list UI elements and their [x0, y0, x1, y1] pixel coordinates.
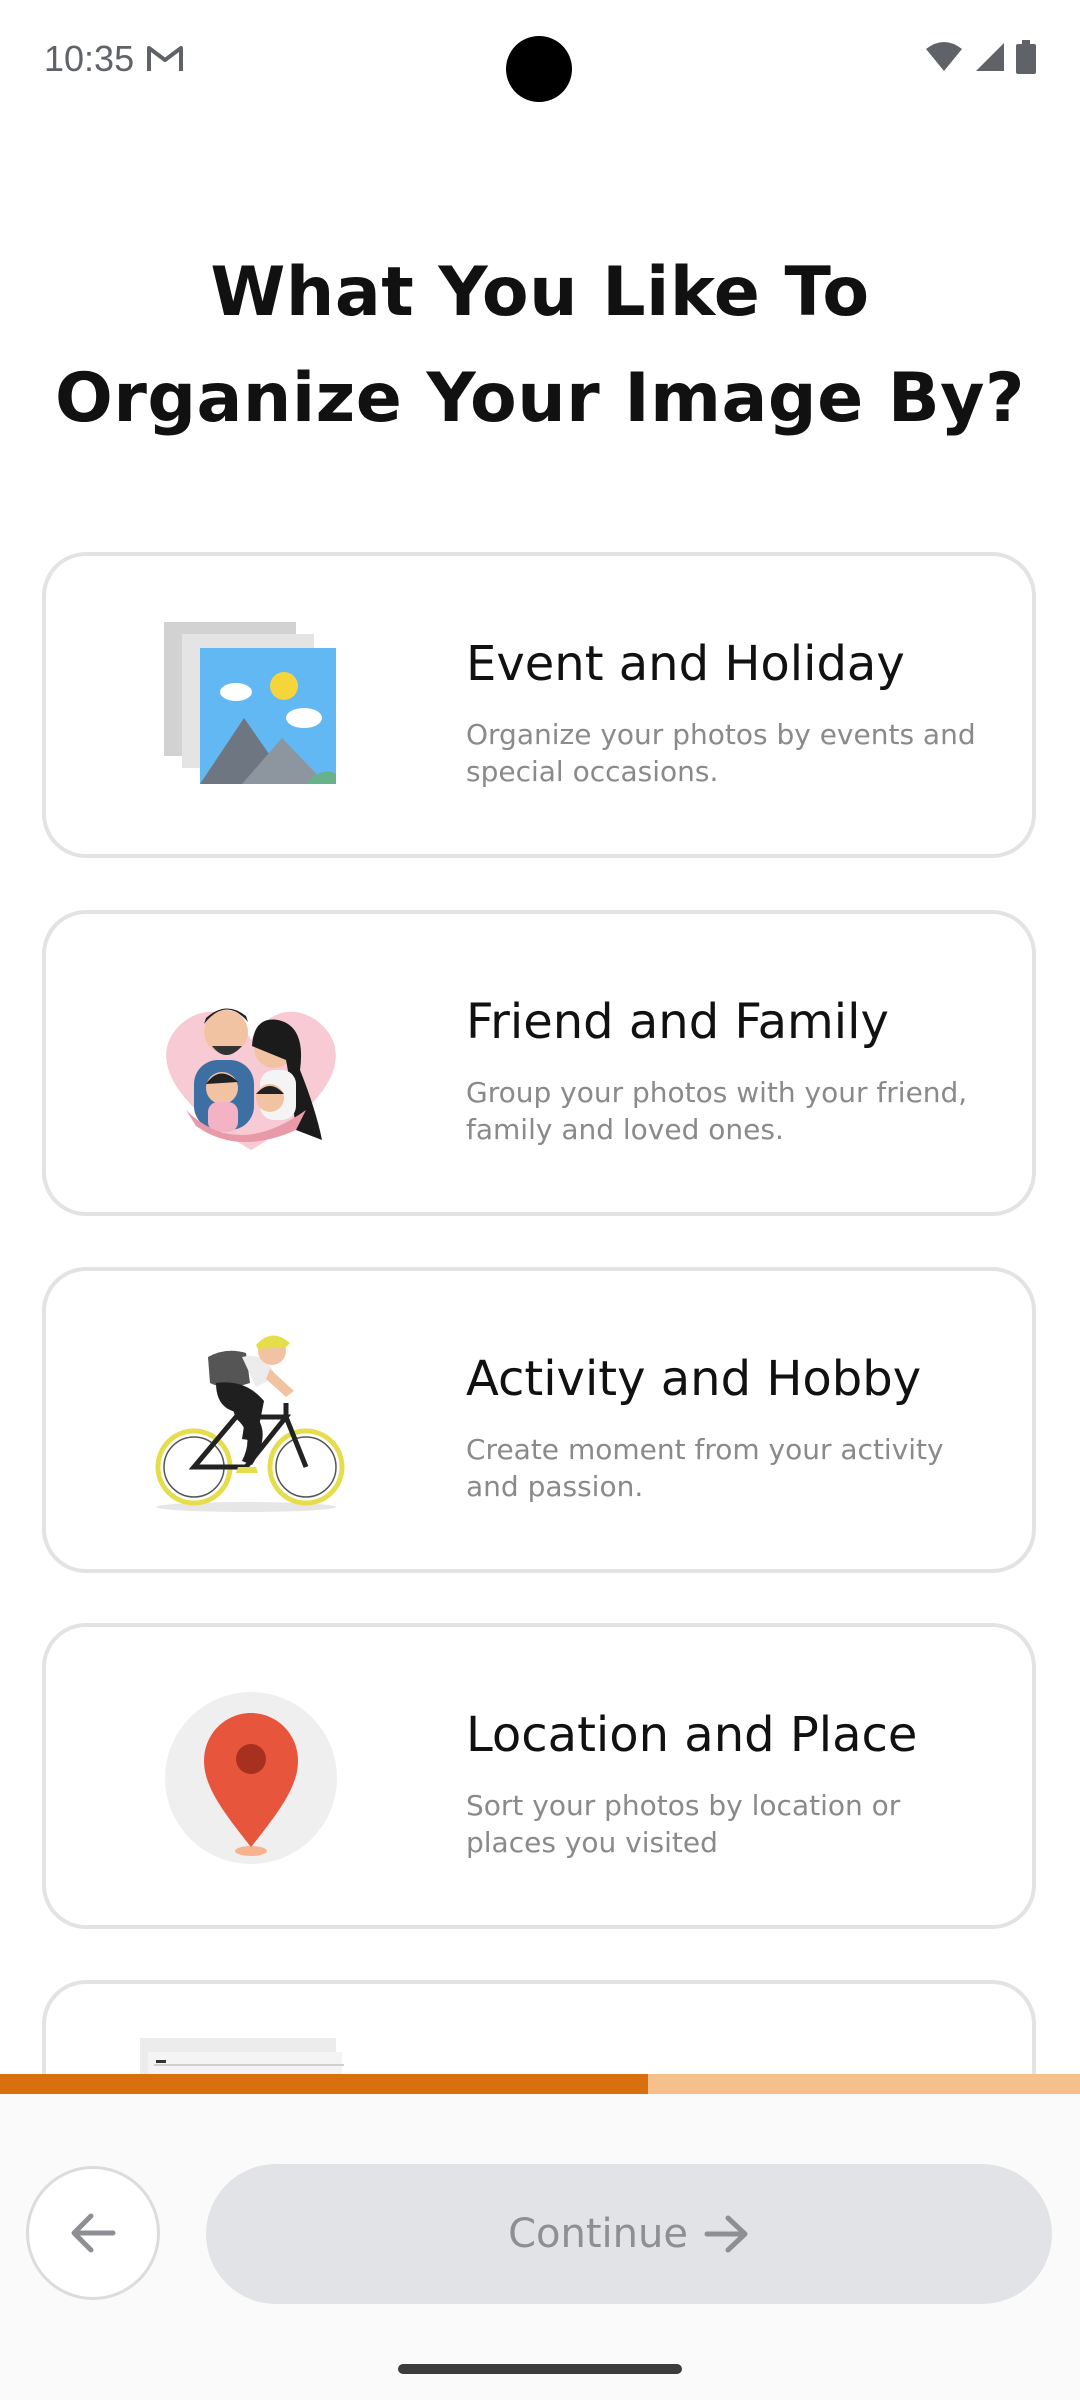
progress-fill: [0, 2074, 648, 2094]
continue-label: Continue: [508, 2211, 688, 2257]
arrow-right-icon: [704, 2215, 748, 2253]
signal-icon: [976, 43, 1004, 71]
status-bar: 10:35: [0, 0, 1080, 120]
continue-button[interactable]: Continue: [206, 2164, 1052, 2304]
option-title: Location and Place: [466, 1707, 918, 1763]
status-icons: [924, 40, 1036, 74]
onboarding-progress-bar: [0, 2074, 1080, 2094]
camera-cutout: [506, 36, 572, 102]
option-title: Event and Holiday: [466, 636, 905, 692]
arrow-left-icon: [71, 2213, 116, 2253]
option-card-event-holiday[interactable]: Event and Holiday Organize your photos b…: [42, 552, 1036, 858]
option-description: Group your photos with your friend, fami…: [466, 1076, 968, 1146]
status-time: 10:35: [44, 38, 135, 79]
wifi-icon: [926, 42, 962, 71]
family-illustration: [166, 1008, 336, 1150]
photo-stack-icon: [164, 622, 336, 784]
document-icon: [140, 2038, 344, 2078]
option-card-activity-hobby[interactable]: Activity and Hobby Create moment from yo…: [42, 1267, 1036, 1573]
page-title-line-2: Organize Your Image By?: [55, 359, 1025, 438]
option-card-location-place[interactable]: Location and Place Sort your photos by l…: [42, 1623, 1036, 1929]
option-description: Sort your photos by location or places y…: [466, 1789, 901, 1859]
cyclist-illustration: [155, 1335, 345, 1512]
option-title: Friend and Family: [466, 994, 889, 1050]
option-card-friend-family[interactable]: Friend and Family Group your photos with…: [42, 910, 1036, 1216]
home-indicator[interactable]: [398, 2364, 682, 2374]
gmail-icon: [147, 46, 183, 71]
page-title: What You Like To Organize Your Image By?: [40, 240, 1040, 452]
option-title: Activity and Hobby: [466, 1351, 922, 1407]
page-title-line-1: What You Like To: [210, 253, 870, 332]
location-pin-icon: [165, 1692, 337, 1864]
option-description: Create moment from your activity and pas…: [466, 1433, 944, 1503]
back-button[interactable]: [26, 2166, 160, 2300]
battery-icon: [1016, 40, 1036, 74]
option-description: Organize your photos by events and speci…: [466, 718, 976, 788]
